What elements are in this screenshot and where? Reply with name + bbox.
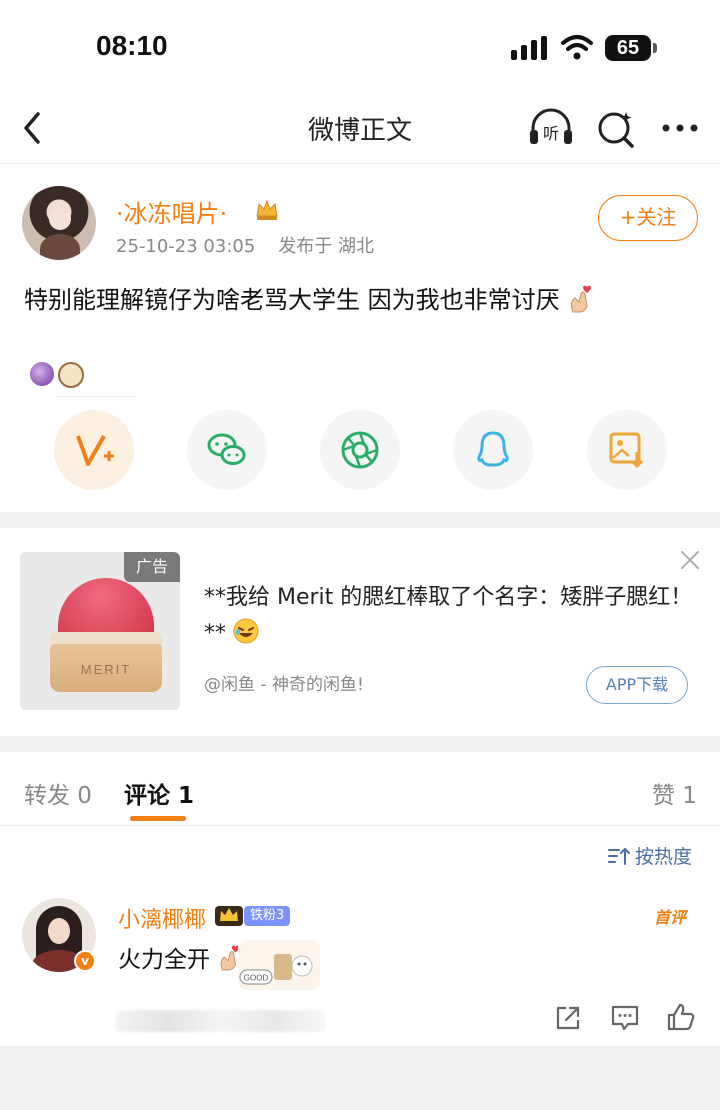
signal-icon <box>511 36 547 60</box>
post-meta: 25-10-23 03:05 发布于 湖北 <box>116 232 374 258</box>
laughing-emoji-icon <box>233 618 259 644</box>
sort-label: 按热度 <box>635 846 693 868</box>
ad-title[interactable]: **我给 Merit 的腮红棒取了个名字：矮胖子腮红！** <box>204 580 694 652</box>
reply-icon[interactable] <box>610 1004 640 1032</box>
section-divider <box>0 512 720 528</box>
close-icon[interactable] <box>680 550 700 570</box>
verified-badge-icon: v <box>74 950 96 972</box>
post-body: 特别能理解镜仔为啥老骂大学生 因为我也非常讨厌 <box>24 286 560 314</box>
comment-text: 火力全开 <box>118 940 241 974</box>
crown-badge-icon <box>256 199 278 220</box>
first-comment-badge: 首评 <box>654 908 687 927</box>
ad-source: @闲鱼 - 神奇的闲鱼! <box>204 675 364 695</box>
sticker-label: GOOD <box>244 974 269 983</box>
listen-label: 听 <box>543 124 559 143</box>
sort-icon <box>608 847 630 865</box>
qq-icon[interactable] <box>453 410 533 490</box>
follow-button[interactable]: +关注 <box>598 195 698 241</box>
dog-icon <box>58 362 84 388</box>
moments-icon[interactable] <box>320 410 400 490</box>
wechat-icon[interactable] <box>187 410 267 490</box>
app-download-button[interactable]: APP下载 <box>586 666 688 704</box>
comment-item: v 小漓椰椰 铁粉3 首评 火力全开 GOOD <box>0 880 720 1040</box>
tab-comment[interactable]: 评论 1 <box>124 776 194 810</box>
author-avatar[interactable] <box>22 186 96 260</box>
battery-level: 65 <box>616 37 640 59</box>
interaction-tabs: 转发 0 评论 1 赞 1 <box>0 752 720 826</box>
blurred-content <box>116 1010 326 1032</box>
good-sticker-icon: GOOD <box>238 940 320 990</box>
bottom-area <box>0 1046 720 1110</box>
comment-body: 火力全开 <box>118 947 210 973</box>
ad-image[interactable]: MERIT 广告 <box>20 552 180 710</box>
listen-icon[interactable]: 听 <box>528 106 574 150</box>
crown-badge-icon <box>215 906 243 926</box>
ad-title-text: **我给 Merit 的腮红棒取了个名字：矮胖子腮红！** <box>204 585 693 646</box>
brand-logo: MERIT <box>80 662 132 677</box>
post-timestamp: 25-10-23 03:05 <box>116 236 256 257</box>
tab-like[interactable]: 赞 1 <box>652 776 697 810</box>
finger-heart-icon <box>571 285 592 313</box>
weibo-repost-icon[interactable] <box>54 410 134 490</box>
sort-toggle[interactable]: 按热度 <box>607 842 692 869</box>
share-row <box>0 410 720 494</box>
status-bar: 08:10 65 <box>0 0 720 92</box>
commenter-name[interactable]: 小漓椰椰 <box>118 902 206 934</box>
share-icon[interactable] <box>554 1004 582 1032</box>
active-tab-indicator <box>130 816 186 821</box>
author-name[interactable]: ·冰冻唱片· <box>116 194 227 229</box>
save-image-icon[interactable] <box>587 410 667 490</box>
wifi-icon <box>561 35 593 60</box>
more-icon[interactable] <box>660 108 700 148</box>
ad-card[interactable]: MERIT 广告 **我给 Merit 的腮红棒取了个名字：矮胖子腮红！** @… <box>0 528 720 736</box>
battery-indicator: 65 <box>605 35 657 61</box>
ad-tag: 广告 <box>124 552 180 582</box>
tab-repost[interactable]: 转发 0 <box>24 776 92 810</box>
crystal-ball-icon <box>30 362 54 386</box>
ai-search-icon[interactable] <box>596 106 636 150</box>
post-location: 发布于 湖北 <box>278 236 374 257</box>
status-time: 08:10 <box>96 30 168 61</box>
post-card: ·冰冻唱片· 25-10-23 03:05 发布于 湖北 +关注 特别能理解镜仔… <box>0 164 720 512</box>
nav-bar: 微博正文 听 <box>0 92 720 164</box>
section-divider <box>0 736 720 752</box>
fan-level-badge: 铁粉3 <box>244 906 291 926</box>
post-text: 特别能理解镜仔为啥老骂大学生 因为我也非常讨厌 <box>24 280 593 315</box>
like-icon[interactable] <box>666 1002 696 1032</box>
